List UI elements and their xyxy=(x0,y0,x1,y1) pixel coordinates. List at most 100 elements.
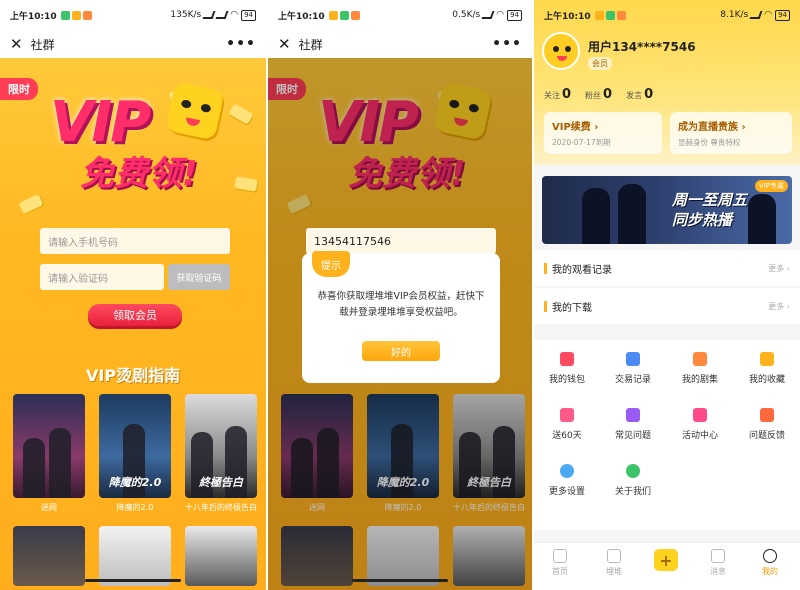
poster-image[interactable] xyxy=(99,526,171,586)
bookmark-icon xyxy=(607,549,621,563)
home-indicator xyxy=(85,579,181,582)
receipt-icon xyxy=(626,352,640,366)
poster-image: 終極告白 xyxy=(185,394,257,498)
avatar[interactable] xyxy=(542,32,580,70)
close-icon[interactable]: ✕ xyxy=(10,35,23,53)
tab-bar: 首页 埋堆 + 消息 我的 xyxy=(534,542,800,590)
faq-item[interactable]: 常见问题 xyxy=(600,408,666,441)
function-grid: 我的钱包 交易记录 我的剧集 我的收藏 送60天 常见问题 活动中心 问题反馈 … xyxy=(534,340,800,530)
wechat-icon xyxy=(60,10,70,20)
wallet-item[interactable]: 我的钱包 xyxy=(534,352,600,385)
live-noble-card[interactable]: 成为直播贵族 › 显赫身份 尊贵特权 xyxy=(670,112,792,154)
more-link[interactable]: 更多 › xyxy=(768,263,790,274)
battery-icon: 94 xyxy=(775,9,790,21)
downloads-label: 我的下载 xyxy=(552,302,592,314)
page-title: 社群 xyxy=(30,37,55,52)
mascot-eye xyxy=(180,99,192,109)
more-icon[interactable]: ••• xyxy=(492,36,522,52)
gift-60-days-item[interactable]: 送60天 xyxy=(534,408,600,441)
claim-vip-button[interactable]: 领取会员 xyxy=(88,304,182,326)
poster-caption: 降魔的2.0 xyxy=(116,503,154,512)
vip-expiry: 2020-07-17到期 xyxy=(552,138,611,147)
tv-icon xyxy=(693,352,707,366)
stat-posts[interactable]: 发言 0 xyxy=(626,83,653,102)
ok-button[interactable]: 好的 xyxy=(362,341,440,361)
poster-row: 迷网 降魔的2.0 降魔的2.0 終極告白 十八年后的终极告白 xyxy=(13,394,266,513)
about-us-item[interactable]: 关于我们 xyxy=(600,464,666,497)
close-icon[interactable]: ✕ xyxy=(278,35,291,53)
vip-renew-card[interactable]: VIP续费 › 2020-07-17到期 xyxy=(544,112,662,154)
section-marker xyxy=(544,262,547,274)
get-code-button[interactable]: 获取验证码 xyxy=(168,264,230,290)
feedback-item[interactable]: 问题反馈 xyxy=(734,408,800,441)
watch-history-label: 我的观看记录 xyxy=(552,264,612,276)
coin-decoration xyxy=(18,193,44,215)
signal-icon xyxy=(215,11,229,19)
help-icon xyxy=(626,408,640,422)
username[interactable]: 用户134****7546 xyxy=(588,38,696,55)
code-input[interactable]: 请输入验证码 xyxy=(40,264,164,290)
signal-icon xyxy=(481,11,495,19)
status-bar: 上午10:10 0.5K/s ◠ 94 xyxy=(268,0,532,30)
tab-mine[interactable]: 我的 xyxy=(750,549,790,577)
coin-decoration xyxy=(228,103,254,125)
poster-card[interactable]: 降魔的2.0 降魔的2.0 xyxy=(99,394,171,513)
tab-maidui[interactable]: 埋堆 xyxy=(594,549,634,577)
poster-card[interactable]: 終極告白 十八年后的终极告白 xyxy=(185,394,257,513)
message-icon xyxy=(711,549,725,563)
watch-history-row[interactable]: 我的观看记录 更多 › xyxy=(534,250,800,286)
transactions-item[interactable]: 交易记录 xyxy=(600,352,666,385)
home-icon xyxy=(553,549,567,563)
poster-figure xyxy=(49,428,71,498)
poster-title: 終極告白 xyxy=(199,476,243,489)
network-speed: 0.5K/s xyxy=(452,10,481,20)
poster-card[interactable]: 迷网 xyxy=(13,394,85,513)
star-icon xyxy=(760,352,774,366)
vip-exclusive-tag: VIP专属 xyxy=(754,180,788,192)
phone-input[interactable]: 请输入手机号码 xyxy=(40,228,230,254)
settings-item[interactable]: 更多设置 xyxy=(534,464,600,497)
gear-icon xyxy=(560,464,574,478)
downloads-row[interactable]: 我的下载 更多 › xyxy=(534,288,800,324)
poster-image: 降魔的2.0 xyxy=(99,394,171,498)
stat-fans[interactable]: 粉丝 0 xyxy=(585,83,612,102)
status-bar: 上午10:10 8.1K/s ◠ 94 xyxy=(534,0,800,30)
nav-bar: ✕ 社群 ••• xyxy=(0,30,266,58)
vip-renew-title: VIP续费 › xyxy=(552,122,599,133)
wifi-icon: ◠ xyxy=(496,10,505,20)
banner-figure xyxy=(618,184,646,244)
dialog-badge: 提示 xyxy=(312,251,350,277)
promo-banner[interactable]: 周一至周五 同步热播 VIP专属 xyxy=(542,176,792,244)
gamepad-icon xyxy=(693,408,707,422)
more-link[interactable]: 更多 › xyxy=(768,301,790,312)
live-noble-title: 成为直播贵族 › xyxy=(678,122,746,133)
limited-time-tag: 限时 xyxy=(0,78,38,100)
tab-messages[interactable]: 消息 xyxy=(698,549,738,577)
activity-center-item[interactable]: 活动中心 xyxy=(667,408,733,441)
poster-image[interactable] xyxy=(185,526,257,586)
battery-icon: 94 xyxy=(507,9,522,21)
app-notification-icon xyxy=(350,10,360,20)
promo-area: 限时 VIP 免费领! 请输入手机号码 请输入验证码 获取验证码 领取会员 VI… xyxy=(0,58,266,590)
add-button[interactable]: + xyxy=(654,549,678,571)
more-icon[interactable]: ••• xyxy=(226,36,256,52)
app-notification-icon xyxy=(594,10,604,20)
mascot-icon xyxy=(165,81,225,141)
info-icon xyxy=(626,464,640,478)
app-notification-icon xyxy=(328,10,338,20)
poster-image[interactable] xyxy=(13,526,85,586)
app-notification-icon xyxy=(82,10,92,20)
network-speed: 135K/s xyxy=(170,10,202,20)
stat-following[interactable]: 关注 0 xyxy=(544,83,571,102)
my-dramas-item[interactable]: 我的剧集 xyxy=(667,352,733,385)
screen-vip-dialog: 上午10:10 0.5K/s ◠ 94 ✕ 社群 ••• 限时 VIP 免费领! xyxy=(268,0,532,590)
avatar-mouth xyxy=(557,56,567,61)
poster-figure xyxy=(23,438,45,498)
favorites-item[interactable]: 我的收藏 xyxy=(734,352,800,385)
poster-caption: 迷网 xyxy=(41,503,57,512)
tab-home[interactable]: 首页 xyxy=(540,549,580,577)
banner-figure xyxy=(748,194,776,244)
vip-gift-icon xyxy=(560,408,574,422)
network-speed: 8.1K/s xyxy=(720,10,749,20)
page-title: 社群 xyxy=(298,37,323,52)
